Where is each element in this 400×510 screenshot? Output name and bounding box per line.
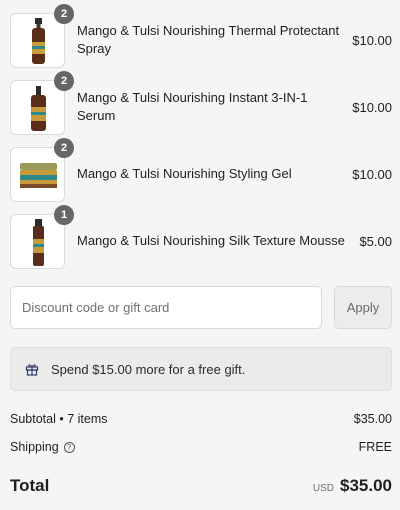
item-price: $10.00 [352,166,392,182]
quantity-badge: 1 [54,204,74,225]
shipping-label: Shipping [10,440,59,454]
subtotal-label: Subtotal • 7 items [10,412,108,426]
shipping-label-group: Shipping ? [10,440,75,454]
line-item-thermal-spray: 2 Mango & Tulsi Nourishing Thermal Prote… [10,3,392,68]
product-thumbnail: 2 [10,70,74,135]
product-thumbnail: 2 [10,137,74,202]
item-title: Mango & Tulsi Nourishing Instant 3-IN-1 … [77,90,308,123]
total-amount: $35.00 [340,476,392,495]
help-circle-icon[interactable]: ? [63,441,75,453]
product-thumbnail: 2 [10,3,74,68]
gift-banner-text: Spend $15.00 more for a free gift. [51,361,246,377]
shipping-row: Shipping ? FREE [10,438,392,456]
item-price: $10.00 [352,99,392,115]
free-gift-banner: Spend $15.00 more for a free gift. [10,347,392,391]
apply-discount-button[interactable]: Apply [334,286,392,329]
item-title: Mango & Tulsi Nourishing Styling Gel [77,166,292,181]
discount-form: Apply [10,286,392,329]
shipping-value: FREE [358,440,392,454]
total-amount-group: USD $35.00 [313,476,392,496]
item-price: $10.00 [352,32,392,48]
item-title: Mango & Tulsi Nourishing Silk Texture Mo… [77,233,345,248]
gift-icon [25,364,39,376]
quantity-badge: 2 [54,70,74,91]
total-label: Total [10,476,50,495]
line-item-serum: 2 Mango & Tulsi Nourishing Instant 3-IN-… [10,70,392,135]
line-item-styling-gel: 2 Mango & Tulsi Nourishing Styling Gel $… [10,137,392,202]
line-item-silk-mousse: 1 Mango & Tulsi Nourishing Silk Texture … [10,204,392,269]
discount-code-input[interactable] [10,286,322,329]
item-price: $5.00 [359,233,392,249]
quantity-badge: 2 [54,137,74,158]
currency-code: USD [312,483,334,494]
product-thumbnail: 1 [10,204,74,269]
subtotal-row: Subtotal • 7 items $35.00 [10,410,392,428]
item-title: Mango & Tulsi Nourishing Thermal Protect… [77,23,340,56]
total-row: Total USD $35.00 [10,474,392,498]
quantity-badge: 2 [54,3,74,24]
subtotal-value: $35.00 [353,412,392,426]
